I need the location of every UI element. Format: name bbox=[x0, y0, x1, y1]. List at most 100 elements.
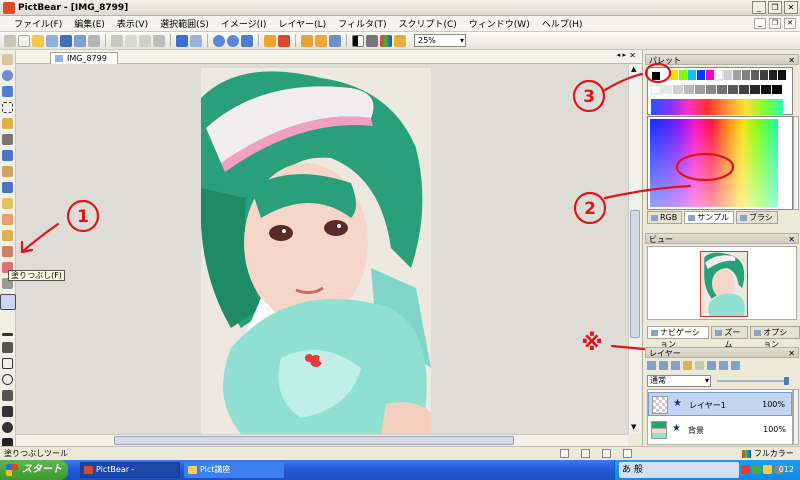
rect-select-icon[interactable] bbox=[2, 102, 13, 113]
blend-mode-select[interactable]: 通常 bbox=[647, 375, 711, 387]
canvas-vertical-scrollbar[interactable]: ▲ ▼ bbox=[628, 64, 641, 434]
open-icon[interactable] bbox=[46, 34, 58, 47]
canvas-area[interactable] bbox=[16, 64, 628, 434]
panel-close-icon[interactable]: ✕ bbox=[788, 234, 795, 245]
doc-restore-button[interactable]: ❐ bbox=[769, 18, 781, 29]
color-spectrum-row[interactable] bbox=[651, 99, 783, 115]
rectangle-tool-icon[interactable] bbox=[2, 358, 13, 369]
visibility-star-icon[interactable]: ★ bbox=[673, 398, 682, 409]
taskbar-item-pict-course[interactable]: Pict講座 bbox=[184, 462, 284, 478]
tab-options[interactable]: オプション bbox=[750, 326, 800, 349]
vertical-scroll-thumb[interactable] bbox=[630, 210, 640, 338]
tab-rgb[interactable]: RGB bbox=[647, 211, 683, 224]
menu-edit[interactable]: 編集(E) bbox=[68, 17, 111, 30]
layer-row[interactable]: ★ レイヤー1 100% bbox=[648, 392, 792, 416]
color-grid[interactable] bbox=[650, 119, 778, 207]
copy-icon[interactable] bbox=[125, 34, 137, 47]
tab-sample[interactable]: サンプル bbox=[684, 211, 735, 224]
airbrush-tool-icon[interactable] bbox=[2, 182, 13, 193]
layer-down-icon[interactable] bbox=[731, 361, 740, 370]
menu-view[interactable]: 表示(V) bbox=[111, 17, 154, 30]
visibility-star-icon[interactable]: ★ bbox=[672, 423, 681, 434]
menu-image[interactable]: イメージ(I) bbox=[215, 17, 273, 30]
tab-scroll-arrows[interactable]: ◂ ▸ bbox=[617, 51, 626, 59]
filter-icon[interactable] bbox=[301, 34, 313, 47]
ime-bar[interactable]: あ 般 bbox=[619, 462, 739, 478]
canvas-image[interactable] bbox=[201, 68, 431, 434]
line-tool-icon[interactable] bbox=[2, 333, 13, 336]
panel-close-icon[interactable]: ✕ bbox=[788, 348, 795, 359]
fit-window-icon[interactable] bbox=[241, 34, 253, 47]
new-layer-icon[interactable] bbox=[647, 361, 656, 370]
scroll-down-icon[interactable]: ▼ bbox=[631, 423, 636, 431]
tab-navigation[interactable]: ナビゲーション bbox=[647, 326, 710, 349]
menu-file[interactable]: ファイル(F) bbox=[8, 17, 68, 30]
undo-icon[interactable] bbox=[176, 34, 188, 47]
fill-tool-icon[interactable] bbox=[0, 294, 16, 310]
ellipse-tool-icon[interactable] bbox=[2, 374, 13, 385]
palette-scrollbar[interactable] bbox=[793, 116, 799, 210]
text-tool-icon[interactable] bbox=[2, 390, 13, 401]
foreground-color-swatch[interactable] bbox=[651, 71, 661, 81]
menu-selection[interactable]: 選択範囲(S) bbox=[154, 17, 215, 30]
tray-icon[interactable] bbox=[763, 465, 772, 474]
horizontal-scroll-thumb[interactable] bbox=[114, 436, 514, 445]
maximize-button[interactable]: ❐ bbox=[768, 1, 782, 14]
menu-script[interactable]: スクリプト(C) bbox=[392, 17, 462, 30]
navigator-thumbnail[interactable] bbox=[700, 251, 748, 317]
script-icon[interactable] bbox=[329, 34, 341, 47]
lasso-tool-icon[interactable] bbox=[2, 118, 13, 129]
panel-close-icon[interactable]: ✕ bbox=[788, 55, 795, 66]
pencil-tool-icon[interactable] bbox=[2, 198, 13, 209]
contrast-icon[interactable] bbox=[352, 34, 364, 47]
grayscale-icon[interactable] bbox=[366, 34, 378, 47]
magic-wand-icon[interactable] bbox=[2, 134, 13, 145]
start-button[interactable]: スタート bbox=[0, 460, 68, 480]
merge-layer-icon[interactable] bbox=[707, 361, 716, 370]
cut-icon[interactable] bbox=[111, 34, 123, 47]
palette-grid[interactable] bbox=[647, 116, 793, 210]
basic-colors-row[interactable] bbox=[670, 70, 790, 82]
zoom-in-icon[interactable] bbox=[213, 34, 225, 47]
zoom-select[interactable]: 25% bbox=[414, 34, 466, 47]
doc-close-button[interactable]: ✕ bbox=[784, 18, 796, 29]
filled-rect-tool-icon[interactable] bbox=[2, 406, 13, 417]
save-as-icon[interactable] bbox=[74, 34, 86, 47]
copy-layer-icon[interactable] bbox=[659, 361, 668, 370]
close-button[interactable]: ✕ bbox=[784, 1, 798, 14]
scroll-up-icon[interactable]: ▲ bbox=[631, 65, 636, 73]
layer-up-icon[interactable] bbox=[719, 361, 728, 370]
zoom-out-icon[interactable] bbox=[227, 34, 239, 47]
zoom-tool-icon[interactable] bbox=[2, 70, 13, 81]
blur-tool-icon[interactable] bbox=[2, 246, 13, 257]
document-close-icon[interactable]: ✕ bbox=[629, 51, 636, 60]
layer-mask-icon[interactable] bbox=[695, 361, 704, 370]
taskbar-item-pictbear[interactable]: PictBear - [IMG_8799] bbox=[80, 462, 180, 478]
delete-layer-icon[interactable] bbox=[671, 361, 680, 370]
curve-tool-icon[interactable] bbox=[2, 342, 13, 353]
color-balance-icon[interactable] bbox=[380, 34, 392, 47]
menu-filter[interactable]: フィルタ(T) bbox=[332, 17, 392, 30]
redo-icon[interactable] bbox=[190, 34, 202, 47]
hand-tool-icon[interactable] bbox=[2, 54, 13, 65]
layer-list-scrollbar[interactable] bbox=[793, 389, 799, 445]
canvas-horizontal-scrollbar[interactable] bbox=[16, 434, 628, 446]
menu-help[interactable]: ヘルプ(H) bbox=[536, 17, 589, 30]
tray-icon[interactable] bbox=[752, 465, 761, 474]
document-tab[interactable]: IMG_8799 bbox=[50, 52, 118, 64]
tab-brush[interactable]: ブラシ bbox=[736, 211, 778, 224]
layer-icon[interactable] bbox=[264, 34, 276, 47]
new-file-icon[interactable] bbox=[18, 34, 30, 47]
navigator-preview[interactable] bbox=[647, 246, 797, 320]
menu-layer[interactable]: レイヤー(L) bbox=[272, 17, 332, 30]
palette-swatch-area[interactable] bbox=[647, 67, 793, 115]
pen-tool-icon[interactable] bbox=[2, 150, 13, 161]
delete-icon[interactable] bbox=[153, 34, 165, 47]
tray-icon[interactable] bbox=[741, 465, 750, 474]
smudge-tool-icon[interactable] bbox=[2, 214, 13, 225]
frame-icon[interactable] bbox=[394, 34, 406, 47]
save-icon[interactable] bbox=[60, 34, 72, 47]
minimize-button[interactable]: _ bbox=[752, 1, 766, 14]
filled-ellipse-tool-icon[interactable] bbox=[2, 422, 13, 433]
doc-minimize-button[interactable]: _ bbox=[754, 18, 766, 29]
